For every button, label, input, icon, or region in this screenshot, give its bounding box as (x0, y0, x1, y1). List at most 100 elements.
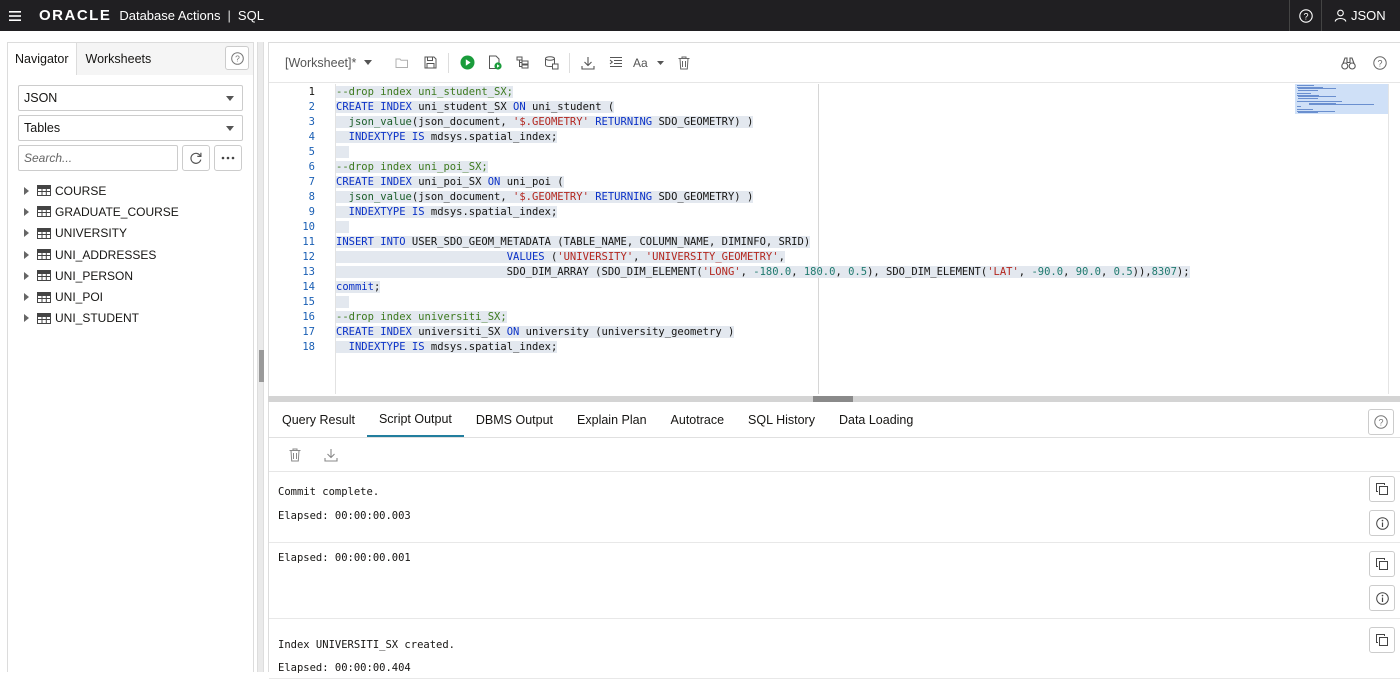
line-number: 3 (308, 116, 315, 128)
copy-output-button[interactable] (1369, 551, 1395, 577)
run-statement-icon[interactable] (453, 49, 481, 77)
download-output-icon[interactable] (317, 441, 345, 469)
line-number: 14 (302, 281, 315, 293)
output-text-line: Commit complete. (278, 486, 380, 498)
tree-item-table[interactable]: UNIVERSITY (24, 223, 179, 244)
expand-arrow-icon[interactable] (24, 186, 29, 195)
code-line[interactable]: CREATE INDEX universiti_SX ON university… (336, 325, 735, 340)
table-icon (37, 185, 51, 197)
code-line[interactable]: SDO_DIM_ARRAY (SDO_DIM_ELEMENT('LONG', -… (336, 265, 1190, 280)
line-number: 18 (302, 341, 315, 353)
tree-item-table[interactable]: UNI_STUDENT (24, 308, 179, 329)
expand-arrow-icon[interactable] (24, 271, 29, 280)
editor-scrollbar[interactable] (1388, 84, 1400, 394)
svg-text:?: ? (1303, 11, 1308, 21)
schema-select[interactable]: JSON (18, 85, 243, 111)
tree-item-table[interactable]: UNI_PERSON (24, 265, 179, 286)
page-title: SQL (237, 8, 264, 23)
app-title[interactable]: Database Actions (119, 8, 220, 23)
tree-item-table[interactable]: GRADUATE_COURSE (24, 201, 179, 222)
tab-dbms-output[interactable]: DBMS Output (464, 403, 565, 437)
code-line[interactable]: --drop index uni_poi_SX; (336, 160, 488, 175)
line-number: 9 (308, 206, 315, 218)
code-line[interactable]: INDEXTYPE IS mdsys.spatial_index; (336, 340, 558, 355)
table-name: UNI_STUDENT (55, 311, 140, 326)
code-line[interactable]: json_value(json_document, '$.GEOMETRY' R… (336, 115, 754, 130)
table-icon (37, 312, 51, 324)
line-number: 12 (302, 251, 315, 263)
tab-query-result[interactable]: Query Result (270, 403, 367, 437)
open-folder-icon[interactable] (388, 49, 416, 77)
copy-output-button[interactable] (1369, 476, 1395, 502)
download-icon[interactable] (574, 49, 602, 77)
code-line[interactable]: --drop index uni_student_SX; (336, 85, 514, 100)
tab-autotrace[interactable]: Autotrace (659, 403, 737, 437)
code-editor[interactable]: 1 2 3 4 5 6 7 8 9 10 11 12 13 14 15 16 17 18 --drop index… (269, 84, 1388, 394)
expand-arrow-icon[interactable] (24, 229, 29, 238)
autotrace-icon[interactable] (537, 49, 565, 77)
expand-arrow-icon[interactable] (24, 250, 29, 259)
code-line[interactable]: json_value(json_document, '$.GEOMETRY' R… (336, 190, 754, 205)
more-options-button[interactable] (214, 145, 242, 171)
worksheet-name[interactable]: [Worksheet]* (285, 56, 356, 70)
navigator-help-icon[interactable]: ? (225, 46, 249, 70)
object-type-select[interactable]: Tables (18, 115, 243, 141)
code-line[interactable] (336, 295, 349, 310)
user-name: JSON (1351, 8, 1386, 23)
code-line[interactable]: CREATE INDEX uni_poi_SX ON uni_poi ( (336, 175, 564, 190)
worksheet-help-icon[interactable]: ? (1366, 49, 1394, 77)
user-menu[interactable]: JSON (1321, 0, 1400, 31)
help-icon[interactable]: ? (1289, 0, 1321, 31)
code-line[interactable] (336, 220, 349, 235)
tree-item-table[interactable]: UNI_POI (24, 286, 179, 307)
vertical-splitter[interactable] (257, 42, 264, 672)
tab-data-loading[interactable]: Data Loading (827, 403, 925, 437)
output-help-icon[interactable]: ? (1368, 409, 1394, 435)
script-output-block: Index UNIVERSITI_SX created. Elapsed: 00:… (269, 619, 1400, 679)
user-icon (1334, 9, 1347, 22)
format-code-icon[interactable] (602, 49, 630, 77)
print-margin-ruler (818, 84, 819, 394)
search-input[interactable]: Search... (18, 145, 178, 171)
code-line[interactable]: CREATE INDEX uni_student_SX ON uni_stude… (336, 100, 615, 115)
expand-arrow-icon[interactable] (24, 314, 29, 323)
expand-arrow-icon[interactable] (24, 207, 29, 216)
tab-explain-plan[interactable]: Explain Plan (565, 403, 659, 437)
code-line[interactable]: commit; (336, 280, 381, 295)
explain-plan-icon[interactable] (509, 49, 537, 77)
line-number: 16 (302, 311, 315, 323)
copy-output-button[interactable] (1369, 627, 1395, 653)
run-script-icon[interactable] (481, 49, 509, 77)
line-number: 13 (302, 266, 315, 278)
clear-trash-icon[interactable] (670, 49, 698, 77)
tree-item-table[interactable]: UNI_ADDRESSES (24, 244, 179, 265)
clear-output-trash-icon[interactable] (281, 441, 309, 469)
refresh-button[interactable] (182, 145, 210, 171)
code-line[interactable]: INDEXTYPE IS mdsys.spatial_index; (336, 130, 558, 145)
tab-sql-history[interactable]: SQL History (736, 403, 827, 437)
output-info-button[interactable] (1369, 510, 1395, 536)
code-line[interactable]: INDEXTYPE IS mdsys.spatial_index; (336, 205, 558, 220)
find-binoculars-icon[interactable] (1334, 49, 1362, 77)
code-line[interactable]: --drop index universiti_SX; (336, 310, 507, 325)
save-icon[interactable] (416, 49, 444, 77)
chevron-down-icon[interactable] (364, 60, 373, 65)
worksheet-panel: [Worksheet]* Aa ? 1 2 3 4 5 6 7 8 9 10 1… (268, 42, 1400, 396)
editor-minimap[interactable] (1295, 84, 1388, 114)
chevron-down-icon (226, 126, 234, 131)
output-panel: Query Result Script Output DBMS Output Expl… (268, 402, 1400, 679)
tab-navigator[interactable]: Navigator (8, 43, 77, 75)
refresh-icon (190, 152, 202, 164)
tree-item-table[interactable]: COURSE (24, 180, 179, 201)
text-case-icon[interactable]: Aa (630, 49, 670, 77)
line-number: 2 (308, 101, 315, 113)
code-line[interactable]: INSERT INTO USER_SDO_GEOM_METADATA (TABL… (336, 235, 811, 250)
hamburger-menu-icon[interactable] (1, 0, 29, 31)
output-info-button[interactable] (1369, 585, 1395, 611)
code-line[interactable]: VALUES ('UNIVERSITY', 'UNIVERSITY_GEOMET… (336, 250, 785, 265)
expand-arrow-icon[interactable] (24, 293, 29, 302)
code-line[interactable] (336, 145, 349, 160)
svg-text:?: ? (1378, 417, 1383, 427)
splitter-grip[interactable] (259, 350, 264, 382)
tab-script-output[interactable]: Script Output (366, 403, 464, 437)
